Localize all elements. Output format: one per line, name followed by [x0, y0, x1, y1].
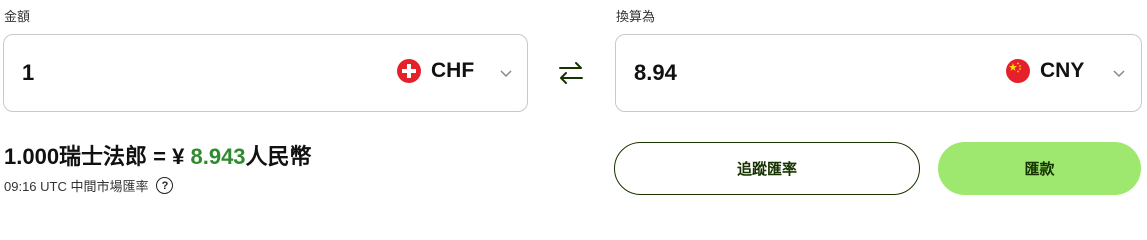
source-currency-select[interactable]: CHF	[397, 59, 474, 83]
send-money-button[interactable]: 匯款	[938, 142, 1141, 195]
rate-suffix: 人民幣	[245, 144, 312, 169]
converted-amount-input[interactable]: 8.94	[634, 60, 677, 86]
rate-meta: 09:16 UTC 中間市場匯率 ?	[4, 176, 174, 195]
chevron-down-icon[interactable]	[1109, 63, 1129, 83]
china-flag-icon	[1006, 59, 1030, 83]
rate-timestamp: 09:16 UTC 中間市場匯率	[4, 179, 149, 194]
help-icon[interactable]: ?	[156, 177, 174, 194]
source-currency-code: CHF	[431, 59, 475, 82]
converted-amount-box[interactable]: 8.94 CNY	[615, 34, 1142, 112]
target-currency-select[interactable]: CNY	[1006, 59, 1084, 83]
rate-prefix: 1.000瑞士法郎 = ¥	[4, 144, 191, 169]
exchange-rate-text: 1.000瑞士法郎 = ¥ 8.943人民幣	[4, 139, 312, 171]
target-currency-code: CNY	[1040, 59, 1085, 82]
chevron-down-icon[interactable]	[496, 63, 516, 83]
amount-input[interactable]: 1	[22, 60, 34, 86]
convert-to-label: 換算為	[616, 9, 656, 24]
track-rate-button[interactable]: 追蹤匯率	[614, 142, 920, 195]
amount-input-box[interactable]: 1 CHF	[3, 34, 528, 112]
amount-label: 金額	[4, 9, 31, 24]
rate-value: 8.943	[190, 144, 246, 169]
swap-icon[interactable]	[556, 60, 586, 86]
switzerland-flag-icon	[397, 59, 421, 83]
